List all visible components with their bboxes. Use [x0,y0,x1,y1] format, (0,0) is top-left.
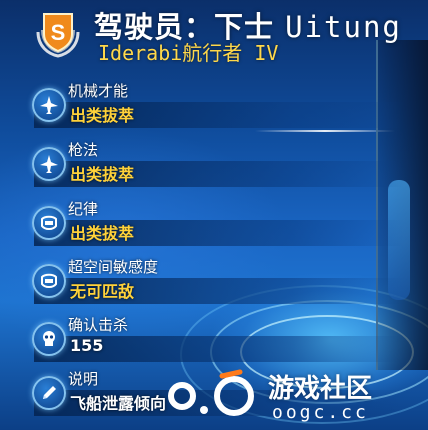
stat-value: 出类拔萃 [70,165,135,184]
watermark-domain: oogc.cc [272,402,369,423]
ship-name: Iderabi航行者 IV [98,41,279,65]
pilot-name: Uitung [285,10,402,44]
stat-confirmed-kills: 确认击杀 155 [20,314,404,366]
pencil-icon [32,376,66,410]
stat-discipline: 纪律 出类拔萃 [20,198,404,250]
jet-icon [32,88,66,122]
jet-icon [32,147,66,181]
rank-badge-letter: S [51,20,66,45]
shield-icon [32,206,66,240]
skull-icon [32,322,66,356]
stat-value: 无可匹敌 [70,282,135,301]
stat-label: 说明 [68,370,99,388]
site-watermark: 游戏社区 oogc.cc [160,366,428,430]
stat-value: 出类拔萃 [70,224,135,243]
stat-mechanical: 机械才能 出类拔萃 [20,80,404,132]
watermark-name: 游戏社区 [268,374,373,404]
stat-label: 确认击杀 [68,316,129,334]
stat-marksmanship: 枪法 出类拔萃 [20,139,404,191]
stat-label: 机械才能 [68,82,129,100]
stat-label: 枪法 [68,141,99,159]
stat-hyperspace-sensitivity: 超空间敏感度 无可匹敌 [20,256,404,308]
rank-badge-icon: S [34,10,82,58]
stat-value: 出类拔萃 [70,106,135,125]
stat-value: 飞船泄露倾向 [70,394,167,413]
stat-label: 超空间敏感度 [68,258,159,276]
stat-value: 155 [70,336,104,355]
shield-icon [32,264,66,298]
stat-label: 纪律 [68,200,99,218]
watermark-logo-icon [164,366,264,426]
pilot-profile-screen: S 驾驶员：下士 Uitung Iderabi航行者 IV 机械才能 出类拔萃 … [0,0,428,430]
